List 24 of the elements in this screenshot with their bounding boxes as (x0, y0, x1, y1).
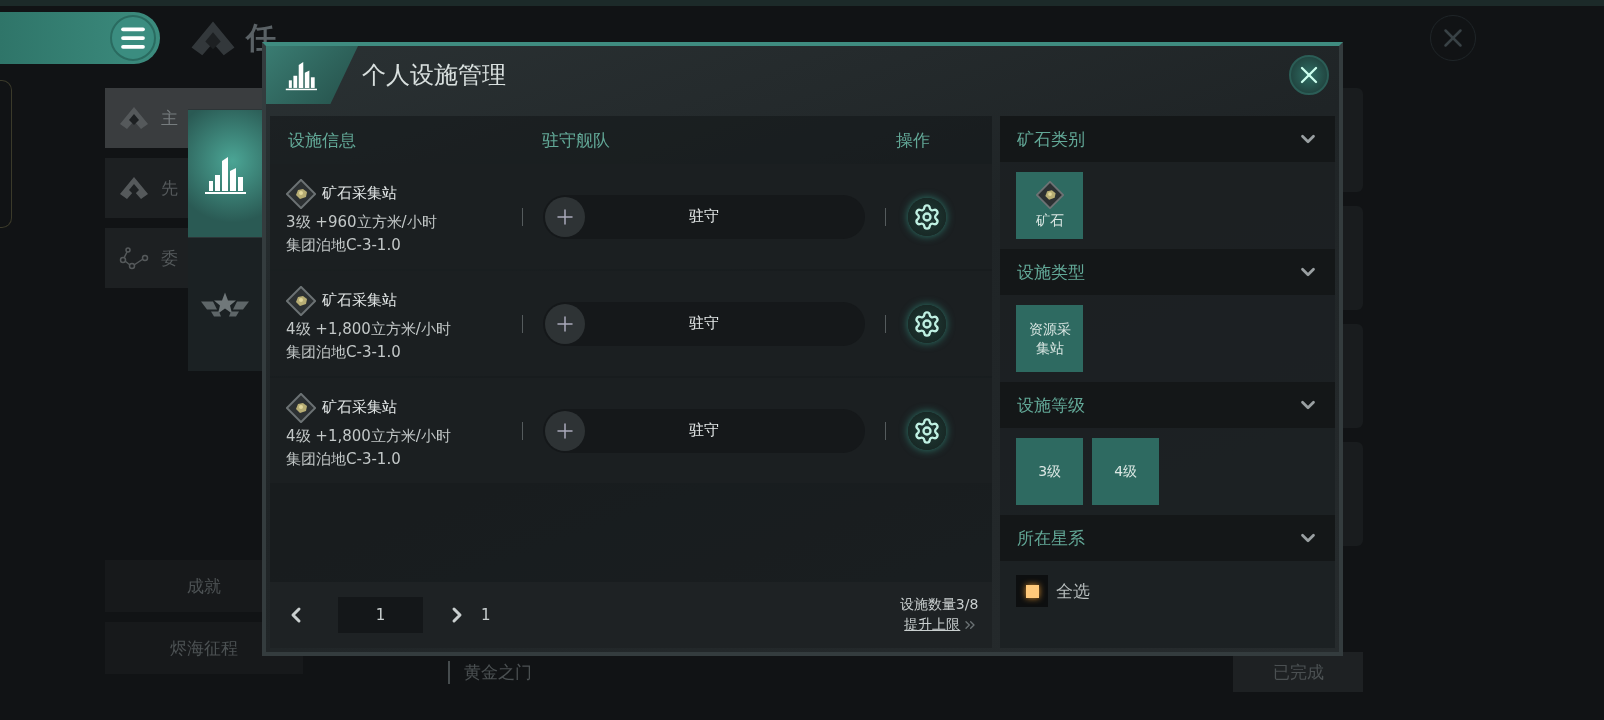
facility-location: 集团泊地C-3-1.0 (286, 342, 402, 362)
facility-name: 矿石采集站 (322, 184, 397, 203)
filter-title: 设施等级 (1017, 393, 1086, 417)
facility-count: 设施数量3/8 (899, 596, 979, 614)
column-header: 设施信息 (288, 128, 357, 152)
sidebar-item-label: 先 (161, 176, 178, 200)
facility-output: 4级 +1,800立方米/小时 (286, 319, 452, 339)
checkbox-label: 全选 (1056, 579, 1091, 603)
sidebar-item-label: 主 (161, 106, 178, 130)
task-name: 黄金之门 (448, 660, 532, 684)
facility-name: 矿石采集站 (322, 291, 397, 310)
column-header: 驻守舰队 (542, 128, 611, 152)
filter-title: 设施类型 (1017, 260, 1086, 284)
facility-location: 集团泊地C-3-1.0 (286, 449, 402, 469)
column-header: 操作 (896, 128, 930, 152)
dialog-title: 个人设施管理 (362, 60, 506, 91)
facility-output: 3级 +960立方米/小时 (286, 212, 438, 232)
facility-location: 集团泊地C-3-1.0 (286, 235, 402, 255)
filter-title: 所在星系 (1017, 526, 1086, 550)
facility-output: 4级 +1,800立方米/小时 (286, 426, 452, 446)
filter-title: 矿石类别 (1017, 127, 1086, 151)
facility-name: 矿石采集站 (322, 398, 397, 417)
page-total: 1 (481, 606, 491, 624)
sidebar-item-label: 委 (161, 246, 178, 270)
